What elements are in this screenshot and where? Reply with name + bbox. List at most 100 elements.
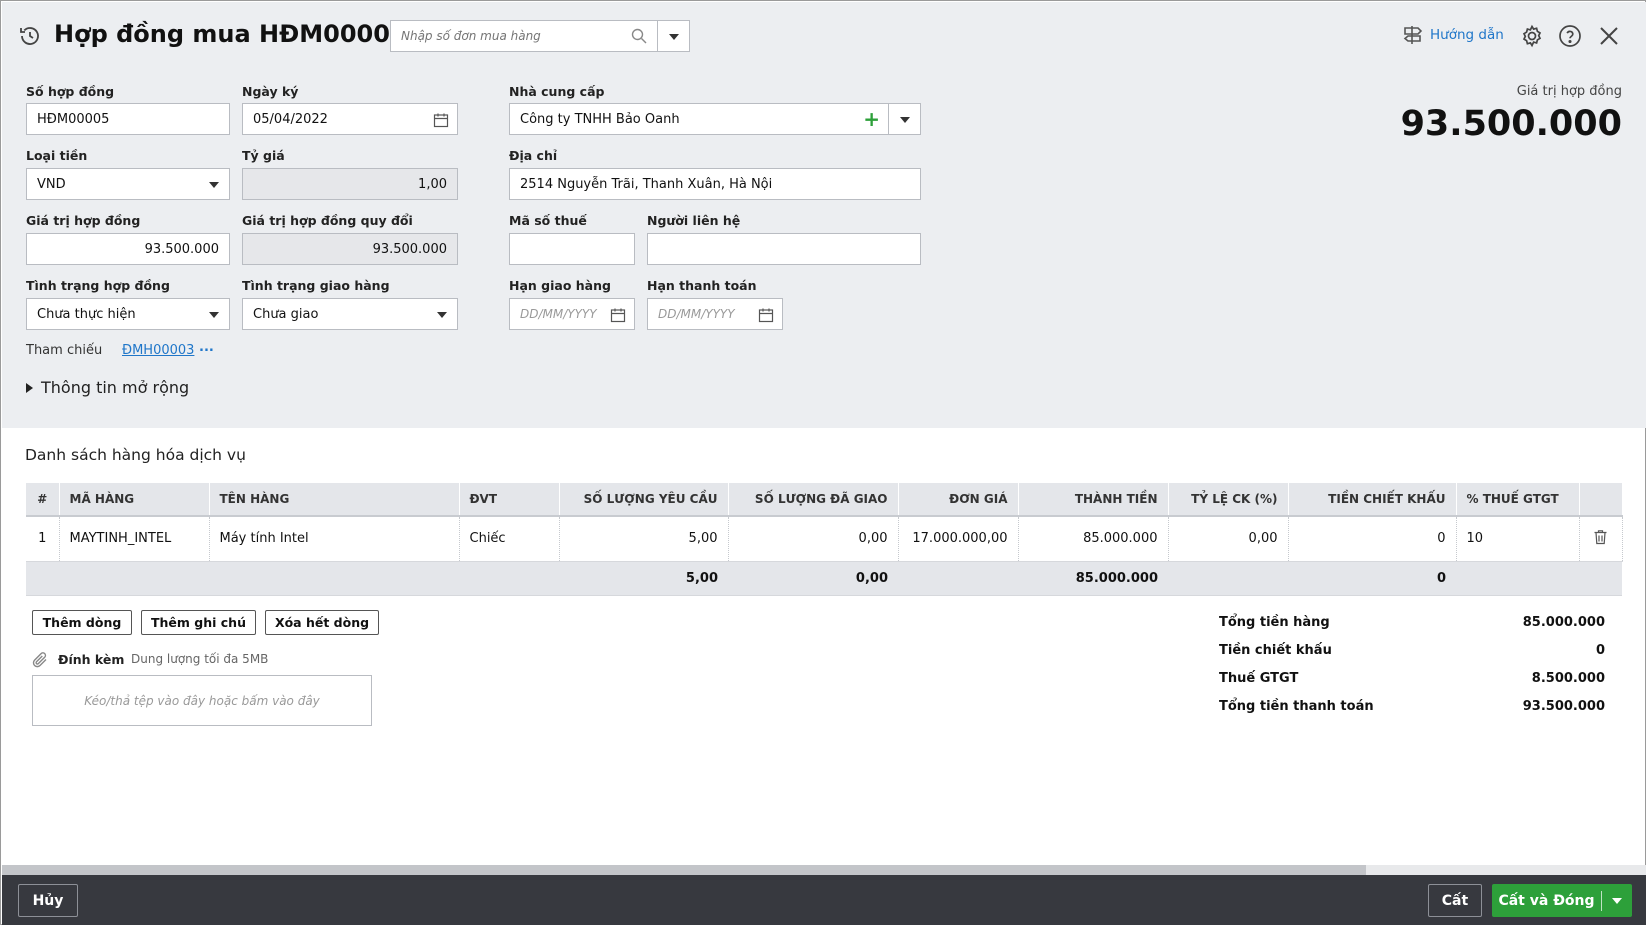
column-header: MÃ HÀNG xyxy=(59,483,210,517)
column-header: SỐ LƯỢNG YÊU CẦU xyxy=(559,483,729,517)
tax-code-field[interactable] xyxy=(509,233,635,265)
totals-label: Thuế GTGT xyxy=(1219,670,1299,686)
goods-table: # MÃ HÀNG TÊN HÀNG ĐVT SỐ LƯỢNG YÊU CẦU … xyxy=(26,483,1623,596)
help-icon[interactable] xyxy=(1558,24,1582,52)
converted-value-field: 93.500.000 xyxy=(242,233,458,265)
close-icon[interactable] xyxy=(1598,25,1620,51)
delete-all-rows-button[interactable]: Xóa hết dòng xyxy=(265,610,379,635)
column-header: ĐVT xyxy=(459,483,560,517)
search-dropdown-button[interactable] xyxy=(669,34,679,40)
cell-qty-requested[interactable]: 5,00 xyxy=(559,516,729,562)
table-totals-row: 5,00 0,00 85.000.000 0 xyxy=(26,561,1622,596)
cell-qty-delivered[interactable]: 0,00 xyxy=(728,516,899,562)
reference-link[interactable]: ĐMH00003 xyxy=(122,343,194,358)
contract-value-field[interactable]: 93.500.000 xyxy=(26,233,230,265)
totals-row: Tiền chiết khấu 0 xyxy=(1219,636,1605,664)
currency-label: Loại tiền xyxy=(26,148,88,163)
totals-panel: Tổng tiền hàng 85.000.000 Tiền chiết khấu… xyxy=(1219,608,1605,720)
save-close-label: Cất và Đóng xyxy=(1498,892,1595,909)
total-qty-requested: 5,00 xyxy=(559,561,728,596)
history-icon[interactable] xyxy=(18,24,42,52)
contract-status-label: Tình trạng hợp đồng xyxy=(26,278,170,293)
delivery-status-label: Tình trạng giao hàng xyxy=(242,278,390,293)
add-note-button[interactable]: Thêm ghi chú xyxy=(141,610,256,635)
add-row-button[interactable]: Thêm dòng xyxy=(32,610,132,635)
save-options-dropdown[interactable] xyxy=(1602,897,1632,904)
save-close-button[interactable]: Cất và Đóng xyxy=(1492,884,1632,917)
calendar-icon[interactable] xyxy=(433,112,449,132)
attach-dropzone-hint: Kéo/thả tệp vào đây hoặc bấm vào đây xyxy=(84,693,320,708)
cell-discount-amount[interactable]: 0 xyxy=(1288,516,1457,562)
cancel-button[interactable]: Hủy xyxy=(18,884,78,917)
table-row[interactable]: 1 MAYTINH_INTEL Máy tính Intel Chiếc 5,0… xyxy=(26,516,1623,562)
total-qty-delivered: 0,00 xyxy=(728,561,898,596)
cell-actions xyxy=(1579,516,1623,562)
totals-row: Tổng tiền hàng 85.000.000 xyxy=(1219,608,1605,636)
reference-more-button[interactable]: ... xyxy=(199,340,214,355)
delivery-status-select[interactable]: Chưa giao xyxy=(242,298,458,330)
save-button[interactable]: Cất xyxy=(1428,884,1482,917)
cell-vat[interactable]: 10 xyxy=(1456,516,1580,562)
totals-value: 85.000.000 xyxy=(1522,614,1605,630)
horizontal-scrollbar[interactable] xyxy=(2,865,1646,875)
cell-code[interactable]: MAYTINH_INTEL xyxy=(59,516,210,562)
sign-date-field[interactable]: 05/04/2022 xyxy=(242,103,458,135)
gear-icon[interactable] xyxy=(1520,24,1544,52)
trash-icon[interactable] xyxy=(1593,529,1608,549)
totals-value: 8.500.000 xyxy=(1531,670,1605,686)
footer-bar: Hủy Cất Cất và Đóng xyxy=(2,875,1646,925)
column-header: TỶ LỆ CK (%) xyxy=(1168,483,1289,517)
address-label: Địa chỉ xyxy=(509,148,558,163)
rate-value: 1,00 xyxy=(418,176,447,192)
totals-row: Thuế GTGT 8.500.000 xyxy=(1219,664,1605,692)
column-header: THÀNH TIỀN xyxy=(1018,483,1169,517)
delivery-deadline-placeholder: DD/MM/YYYY xyxy=(520,307,597,321)
cell-unit-price[interactable]: 17.000.000,00 xyxy=(898,516,1019,562)
order-search-input[interactable] xyxy=(391,21,646,51)
add-supplier-icon[interactable]: + xyxy=(863,107,880,131)
payment-deadline-placeholder: DD/MM/YYYY xyxy=(658,307,735,321)
column-header-actions xyxy=(1579,483,1623,517)
supplier-field[interactable]: Công ty TNHH Bảo Oanh + xyxy=(509,103,921,135)
contract-status-select[interactable]: Chưa thực hiện xyxy=(26,298,230,330)
contract-value-label: Giá trị hợp đồng xyxy=(26,213,141,228)
contract-window: Hợp đồng mua HĐM00005 Hướng dẫn Số hợp đ… xyxy=(0,0,1646,925)
reference-label: Tham chiếu xyxy=(26,343,103,358)
help-guide-button[interactable]: Hướng dẫn xyxy=(1402,24,1504,46)
payment-deadline-field[interactable]: DD/MM/YYYY xyxy=(647,298,783,330)
cell-amount[interactable]: 85.000.000 xyxy=(1018,516,1169,562)
signpost-icon xyxy=(1403,26,1423,44)
cell-name[interactable]: Máy tính Intel xyxy=(209,516,460,562)
contract-value-value: 93.500.000 xyxy=(144,241,219,257)
attach-dropzone[interactable]: Kéo/thả tệp vào đây hoặc bấm vào đây xyxy=(32,675,372,726)
tax-code-label: Mã số thuế xyxy=(509,213,587,228)
converted-value-value: 93.500.000 xyxy=(372,241,447,257)
chevron-down-icon xyxy=(437,312,447,318)
delivery-deadline-label: Hạn giao hàng xyxy=(509,278,611,293)
totals-label: Tổng tiền thanh toán xyxy=(1219,698,1374,714)
scrollbar-thumb[interactable] xyxy=(2,865,1366,875)
delivery-deadline-field[interactable]: DD/MM/YYYY xyxy=(509,298,635,330)
search-icon[interactable] xyxy=(631,28,647,48)
contract-no-field[interactable]: HĐM00005 xyxy=(26,103,230,135)
sign-date-value: 05/04/2022 xyxy=(253,111,328,127)
extended-info-toggle[interactable]: Thông tin mở rộng xyxy=(26,378,189,397)
totals-value: 93.500.000 xyxy=(1522,698,1605,714)
header-form-area: Hợp đồng mua HĐM00005 Hướng dẫn Số hợp đ… xyxy=(2,2,1646,428)
supplier-dropdown-icon[interactable] xyxy=(900,117,910,123)
extended-info-label: Thông tin mở rộng xyxy=(41,378,190,397)
contact-field[interactable] xyxy=(647,233,921,265)
column-header: TIỀN CHIẾT KHẤU xyxy=(1288,483,1457,517)
cell-unit[interactable]: Chiếc xyxy=(459,516,560,562)
calendar-icon[interactable] xyxy=(610,307,626,327)
chevron-down-icon xyxy=(209,312,219,318)
currency-select[interactable]: VND xyxy=(26,168,230,200)
sign-date-label: Ngày ký xyxy=(242,84,299,99)
contact-label: Người liên hệ xyxy=(647,213,741,228)
column-header: % THUẾ GTGT xyxy=(1456,483,1580,517)
calendar-icon[interactable] xyxy=(758,307,774,327)
address-field[interactable]: 2514 Nguyễn Trãi, Thanh Xuân, Hà Nội xyxy=(509,168,921,200)
contract-no-value: HĐM00005 xyxy=(37,111,110,127)
cell-discount-rate[interactable]: 0,00 xyxy=(1168,516,1289,562)
column-header: ĐƠN GIÁ xyxy=(898,483,1019,517)
